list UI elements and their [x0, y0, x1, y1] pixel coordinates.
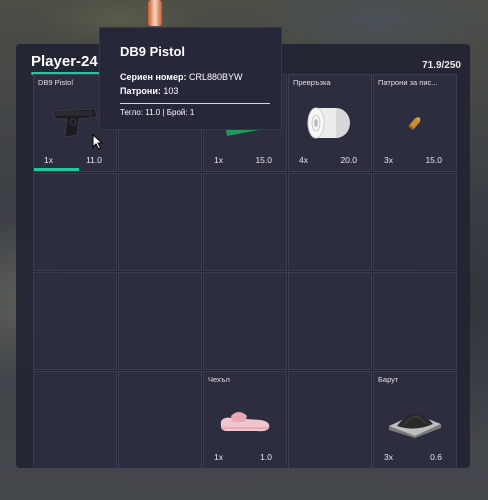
- tooltip-footer: Тегло: 11.0 | Брой: 1: [120, 108, 195, 117]
- inventory-slot-7[interactable]: [118, 173, 202, 271]
- slot-label: Превръзка: [293, 78, 331, 87]
- traffic-cone: [148, 0, 162, 26]
- inventory-slot-5[interactable]: Патрони за пис... 3x 15.0: [373, 74, 457, 172]
- slot-label: Чехъл: [208, 375, 230, 384]
- slot-count: 1x: [214, 155, 223, 165]
- slot-weight: 0.6: [430, 452, 442, 462]
- tooltip-ammo-value: 103: [163, 86, 179, 96]
- tooltip-divider: [120, 103, 270, 104]
- inventory-slot-16[interactable]: [33, 371, 117, 469]
- inventory-slot-14[interactable]: [288, 272, 372, 370]
- inventory-slot-6[interactable]: [33, 173, 117, 271]
- inventory-slot-9[interactable]: [288, 173, 372, 271]
- inventory-slot-13[interactable]: [203, 272, 287, 370]
- tooltip-serial-value: CRL880BYW: [188, 72, 243, 82]
- slot-weight: 15.0: [255, 155, 272, 165]
- slot-weight: 20.0: [340, 155, 357, 165]
- tooltip-serial-label: Сериен номер:: [120, 72, 187, 82]
- inventory-slot-8[interactable]: [203, 173, 287, 271]
- tooltip-ammo-row: Патрони: 103: [120, 86, 178, 96]
- slot-count: 1x: [214, 452, 223, 462]
- slot-label: Барут: [378, 375, 399, 384]
- durability-bar: [34, 168, 79, 171]
- slipper-icon: [220, 412, 270, 432]
- tooltip-title: DB9 Pistol: [120, 44, 186, 59]
- slot-weight: 11.0: [86, 155, 102, 165]
- slot-count: 3x: [384, 452, 393, 462]
- mouse-cursor-icon: [92, 134, 104, 150]
- player-name: Player-24: [31, 53, 98, 70]
- item-tooltip: DB9 Pistol Сериен номер: CRL880BYW Патро…: [99, 27, 282, 130]
- inventory-slot-10[interactable]: [373, 173, 457, 271]
- tooltip-serial-row: Сериен номер: CRL880BYW: [120, 72, 243, 82]
- slot-weight: 15.0: [425, 155, 442, 165]
- slot-count: 4x: [299, 155, 308, 165]
- pistol-ammo-icon: [408, 117, 421, 131]
- inventory-slot-18[interactable]: Чехъл 1x 1.0: [203, 371, 287, 469]
- tooltip-ammo-label: Патрони:: [120, 86, 161, 96]
- slot-count: 3x: [384, 155, 393, 165]
- inventory-slot-20[interactable]: Барут 3x 0.6: [373, 371, 457, 469]
- gunpowder-icon: [389, 413, 441, 438]
- slot-label: DB9 Pistol: [38, 78, 74, 87]
- inventory-weight: 71.9/250: [422, 60, 461, 71]
- slot-weight: 1.0: [260, 452, 272, 462]
- bandage-icon: [307, 107, 350, 139]
- slot-count: 1x: [44, 155, 53, 165]
- inventory-slot-17[interactable]: [118, 371, 202, 469]
- inventory-slot-11[interactable]: [33, 272, 117, 370]
- inventory-slot-15[interactable]: [373, 272, 457, 370]
- inventory-slot-19[interactable]: [288, 371, 372, 469]
- slot-label: Патрони за пис...: [378, 78, 438, 87]
- inventory-slot-12[interactable]: [118, 272, 202, 370]
- inventory-slot-4[interactable]: Превръзка 4x 20.0: [288, 74, 372, 172]
